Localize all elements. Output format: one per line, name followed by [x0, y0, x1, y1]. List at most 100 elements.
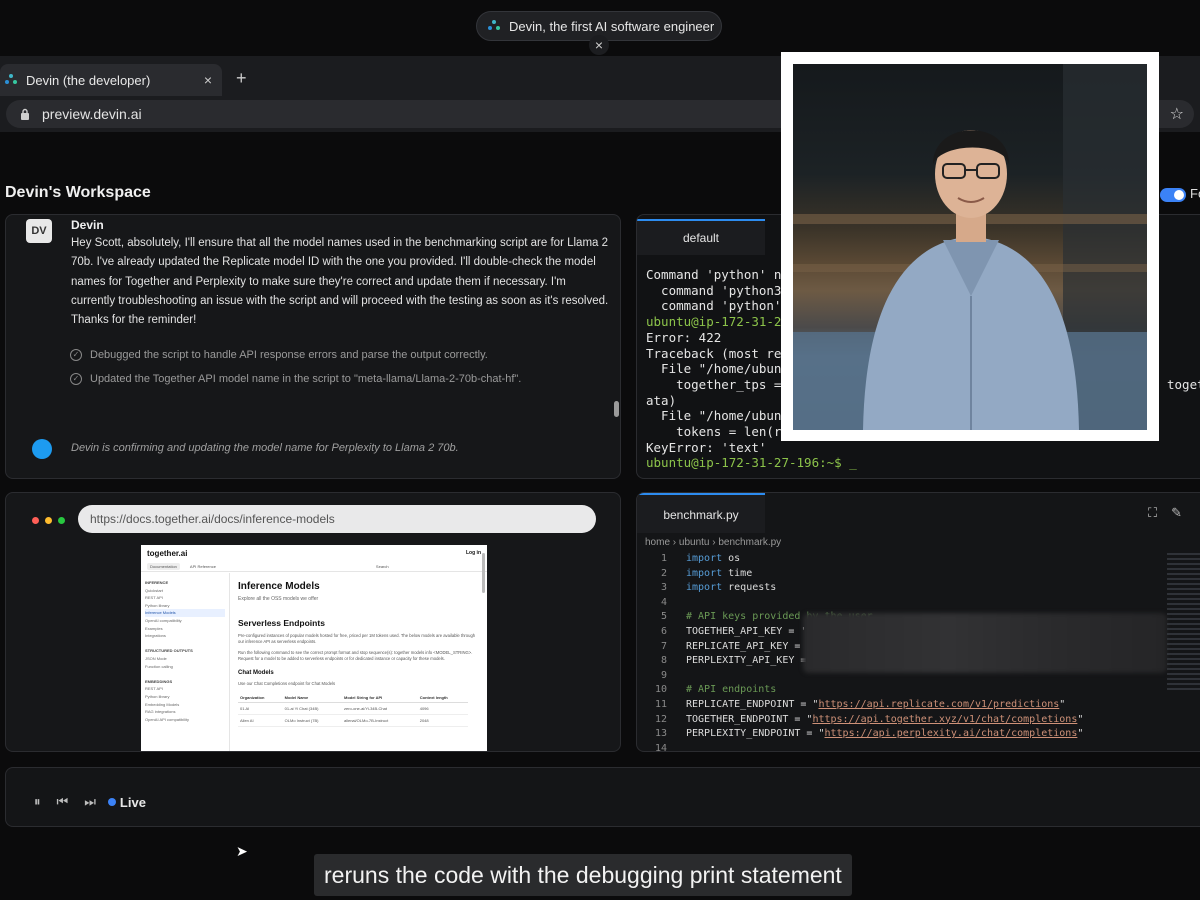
chat-panel: DV Devin Hey Scott, absolutely, I'll ens… — [5, 214, 621, 479]
sidebar-item[interactable]: STRUCTURED OUTPUTS — [145, 647, 225, 655]
step-item: ✓ Debugged the script to handle API resp… — [70, 345, 570, 365]
chat-scrollbar[interactable] — [614, 401, 619, 417]
line-number: 9 — [660, 669, 667, 681]
sidebar-item[interactable]: Python library — [145, 602, 225, 610]
table-header-cell: Model Name — [282, 693, 342, 703]
table-row: 01.AI 01-ai Yi Chat (34B) zero-one-ai/Yi-3… — [238, 702, 468, 715]
chat-message: Hey Scott, absolutely, I'll ensure that … — [71, 237, 609, 327]
sidebar-item[interactable]: Python library — [145, 693, 225, 701]
banner-text: Devin, the first AI software engineer — [509, 18, 715, 34]
skip-back-icon[interactable]: ⏮ — [57, 794, 69, 810]
breadcrumb: home › ubuntu › benchmark.py — [645, 537, 782, 548]
line-number: 6 — [660, 625, 667, 637]
docs-subheading: Chat Models — [238, 670, 274, 676]
sidebar-item[interactable]: REST API — [145, 594, 225, 602]
table-body: 01.AI 01-ai Yi Chat (34B) zero-one-ai/Yi-3… — [238, 702, 468, 727]
editor-panel: benchmark.py ⛶✎ home › ubuntu › benchmar… — [636, 492, 1200, 752]
sidebar-item[interactable]: Integrations — [145, 632, 225, 640]
playback-controls: ⏸ ⏮ ⏭ Live — [34, 794, 146, 810]
sidebar-item — [145, 670, 225, 678]
docs-heading: Inference Models — [238, 581, 320, 592]
docs-tab[interactable]: API Reference — [190, 564, 216, 569]
docs-content: Inference Models Explore all the OSS mod… — [238, 581, 478, 727]
sidebar-item[interactable]: OpenAI API compatibility — [145, 716, 225, 724]
line-number: 5 — [660, 611, 667, 623]
line-number: 4 — [660, 596, 667, 608]
presenter-video-frame — [781, 52, 1159, 441]
table-cell: 4096 — [417, 702, 468, 715]
browser-panel: https://docs.together.ai/docs/inference-… — [5, 492, 621, 752]
sidebar-item — [145, 640, 225, 648]
sidebar-item[interactable]: OpenAI compatibility — [145, 617, 225, 625]
docs-tab[interactable]: Documentation — [147, 563, 180, 570]
sidebar-item[interactable]: EMBEDDINGS — [145, 678, 225, 686]
tab-terminal-default[interactable]: default — [637, 219, 765, 255]
close-window-dot-icon[interactable] — [32, 517, 39, 524]
live-label: Live — [119, 794, 146, 810]
step-text: Updated the Together API model name in t… — [90, 373, 522, 385]
banner-close-icon[interactable]: × — [589, 35, 609, 55]
table-row: Allen AI OLMo Instruct (7B) allenai/OLMo-7… — [238, 714, 468, 727]
working-indicator-icon — [32, 439, 52, 459]
step-item: ✓ Updated the Together API model name in… — [70, 369, 550, 389]
minimize-window-dot-icon[interactable] — [45, 517, 52, 524]
edit-icon[interactable]: ✎ — [1171, 505, 1196, 520]
docs-header: together.ai Log in — [141, 545, 487, 561]
browser-tab[interactable]: Devin (the developer) × — [0, 64, 222, 96]
docs-login-link[interactable]: Log in — [466, 550, 481, 556]
line-number: 2 — [660, 567, 667, 579]
step-text: Debugged the script to handle API respon… — [90, 349, 488, 361]
sidebar-item[interactable]: RAG integrations — [145, 708, 225, 716]
table-cell: zero-one-ai/Yi-34B-Chat — [341, 702, 418, 715]
docs-subheading: Serverless Endpoints — [238, 618, 325, 628]
docs-paragraph: Use our Chat Completions endpoint for Ch… — [238, 681, 336, 686]
table-header-cell: Organization — [238, 693, 283, 703]
bookmark-star-icon[interactable]: ☆ — [1170, 104, 1184, 124]
line-number: 1 — [660, 553, 667, 564]
line-number: 12 — [654, 713, 667, 725]
line-number: 14 — [654, 742, 667, 752]
divider — [229, 573, 230, 751]
line-number: 3 — [660, 582, 667, 594]
tab-close-icon[interactable]: × — [204, 72, 212, 88]
sidebar-item[interactable]: Inference Models — [145, 609, 225, 617]
skip-forward-icon[interactable]: ⏭ — [84, 794, 96, 810]
expand-icon[interactable]: ⛶ — [1148, 505, 1171, 520]
presenter-video — [793, 64, 1147, 430]
embedded-url-bar[interactable]: https://docs.together.ai/docs/inference-… — [78, 505, 596, 533]
line-number: 7 — [660, 640, 667, 652]
tab-title: Devin (the developer) — [26, 72, 151, 88]
workspace-title: Devin's Workspace — [5, 184, 151, 201]
sidebar-item[interactable]: Quickstart — [145, 587, 225, 595]
maximize-window-dot-icon[interactable] — [58, 517, 65, 524]
table-header-cell: Context length — [417, 693, 468, 703]
mouse-cursor-icon: ➤ — [236, 843, 248, 859]
docs-tabs: Documentation API Reference Search — [141, 562, 487, 572]
line-numbers: 1 2 3 4 5 6 7 8 9 10 11 12 13 14 — [637, 552, 667, 752]
docs-scrollbar[interactable] — [482, 553, 485, 593]
table-cell: 01-ai Yi Chat (34B) — [282, 702, 342, 715]
live-button[interactable]: Live — [107, 794, 146, 810]
check-circle-icon: ✓ — [70, 373, 82, 385]
code-minimap[interactable] — [1167, 553, 1200, 693]
table-cell: 01.AI — [238, 702, 283, 715]
docs-paragraph: Run the following command to see the cor… — [238, 650, 473, 661]
sidebar-item[interactable]: Embedding Models — [145, 701, 225, 709]
editor-toolbar: ⛶✎ — [1148, 505, 1196, 521]
sidebar-item[interactable]: Examples — [145, 625, 225, 633]
line-number: 8 — [660, 655, 667, 667]
docs-search[interactable]: Search — [376, 564, 389, 569]
table-header-cell: Model String for API — [341, 693, 418, 703]
playback-bar: ⏸ ⏮ ⏭ Live — [5, 767, 1200, 827]
sidebar-item[interactable]: REST API — [145, 685, 225, 693]
sidebar-item[interactable]: Function calling — [145, 663, 225, 671]
terminal-line: KeyError: 'text' — [646, 439, 767, 455]
new-tab-button[interactable]: + — [236, 68, 247, 89]
sidebar-item[interactable]: JSON Mode — [145, 655, 225, 663]
docs-page: together.ai Log in Documentation API Ref… — [141, 545, 487, 751]
tab-benchmark-py[interactable]: benchmark.py — [637, 493, 765, 533]
sidebar-item[interactable]: INFERENCE — [145, 579, 225, 587]
pause-icon[interactable]: ⏸ — [34, 794, 41, 810]
table-cell: 2048 — [417, 714, 468, 727]
follow-toggle[interactable] — [1160, 188, 1186, 202]
